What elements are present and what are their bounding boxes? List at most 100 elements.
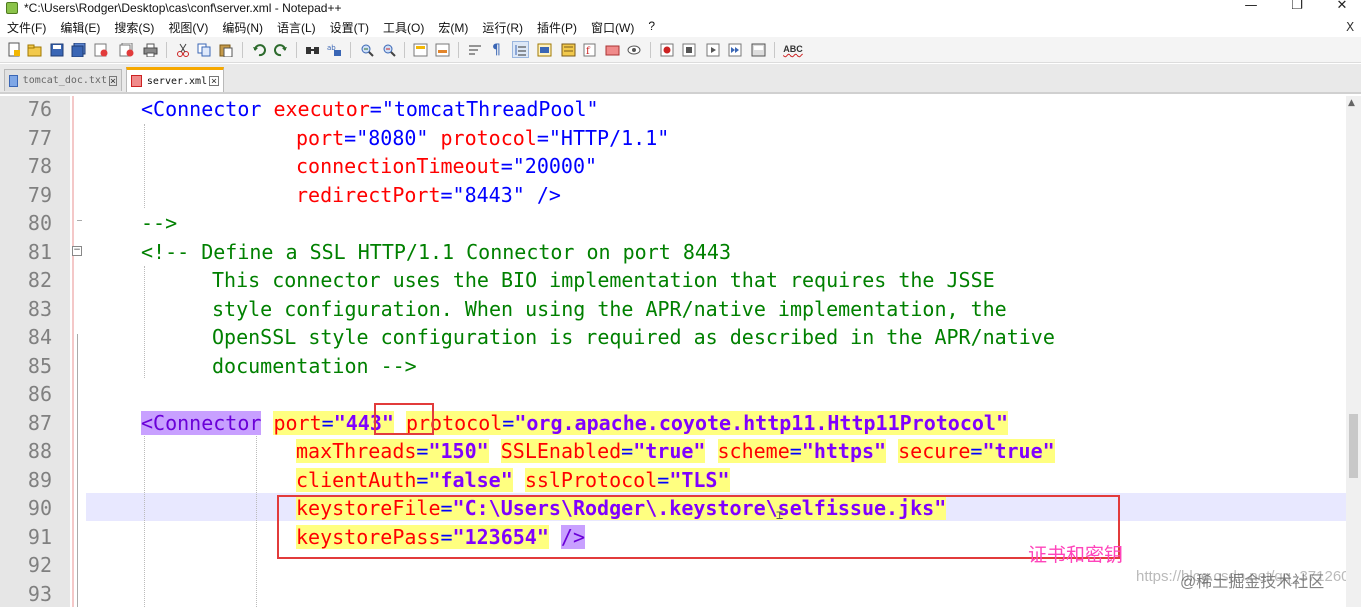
menu-language[interactable]: 语言(L) [270, 17, 323, 36]
tab-close-icon[interactable]: × [209, 76, 219, 87]
text-cursor-icon: ⌶ [776, 508, 784, 522]
menu-encoding[interactable]: 编码(N) [215, 17, 270, 36]
toolbar-separator [774, 42, 775, 58]
attr-name: port [296, 125, 345, 150]
menu-window[interactable]: 窗口(W) [584, 17, 641, 36]
run-macro-multiple-icon[interactable] [726, 41, 743, 58]
unsaved-file-icon [131, 75, 142, 87]
stop-macro-icon[interactable] [680, 41, 697, 58]
code-line-88: maxThreads="150" SSLEnabled="true" schem… [296, 437, 1055, 466]
menu-run[interactable]: 运行(R) [475, 17, 530, 36]
attr-value: "20000" [512, 154, 598, 178]
tag-open: < [141, 97, 154, 121]
menu-bar: 文件(F) 编辑(E) 搜索(S) 视图(V) 编码(N) 语言(L) 设置(T… [0, 17, 1361, 37]
word-wrap-icon[interactable] [466, 41, 483, 58]
folder-as-workspace-icon[interactable] [604, 41, 621, 58]
tab-tomcat-doc[interactable]: tomcat_doc.txt × [4, 69, 122, 91]
menu-tools[interactable]: 工具(O) [376, 17, 431, 36]
menu-view[interactable]: 视图(V) [161, 17, 215, 36]
open-file-icon[interactable] [26, 41, 43, 58]
record-macro-icon[interactable] [658, 41, 675, 58]
menu-help[interactable]: ? [641, 17, 662, 36]
scroll-up-icon[interactable]: ▲ [1348, 98, 1355, 108]
attr-value: "TLS" [669, 467, 730, 492]
fold-toggle-icon[interactable]: − [72, 246, 82, 256]
menu-plugins[interactable]: 插件(P) [530, 17, 584, 36]
play-macro-icon[interactable] [704, 41, 721, 58]
user-language-icon[interactable] [536, 41, 553, 58]
attr-value: "false" [428, 467, 513, 492]
paste-icon[interactable] [218, 41, 235, 58]
monitoring-icon[interactable] [626, 41, 643, 58]
close-document-icon[interactable]: X [1346, 20, 1354, 34]
save-macro-icon[interactable] [750, 41, 767, 58]
code-line-77: port="8080" protocol="HTTP/1.1" [296, 124, 669, 153]
close-icon[interactable] [92, 41, 109, 58]
save-all-icon[interactable] [70, 41, 87, 58]
scrollbar-thumb[interactable] [1349, 414, 1358, 478]
code-line-84: OpenSSL style configuration is required … [212, 325, 1055, 349]
menu-macro[interactable]: 宏(M) [431, 17, 475, 36]
indent-guide [256, 436, 257, 607]
redo-icon[interactable] [272, 41, 289, 58]
line-number: 83 [27, 296, 52, 321]
keystore-annotation-box [277, 495, 1120, 559]
sync-horizontal-icon[interactable] [434, 41, 451, 58]
line-number: 91 [27, 524, 52, 549]
code-line-87: <Connector port="443" protocol="org.apac… [141, 409, 1009, 438]
attr-quote: " [333, 410, 346, 435]
zoom-in-icon[interactable] [358, 41, 375, 58]
restore-button[interactable]: ❐ [1274, 0, 1320, 16]
fold-line [77, 334, 78, 607]
close-all-icon[interactable] [118, 41, 135, 58]
line-number: 79 [27, 182, 52, 207]
sync-vertical-icon[interactable] [412, 41, 429, 58]
tab-server-xml[interactable]: server.xml × [126, 67, 224, 92]
watermark: @稀土掘金技术社区 [1180, 574, 1325, 591]
show-all-characters-icon[interactable]: ¶ [488, 41, 505, 58]
new-file-icon[interactable] [6, 41, 23, 58]
attr-value: "org.apache.coyote.http11.Http11Protocol… [514, 410, 1009, 435]
cut-icon[interactable] [174, 41, 191, 58]
function-list-icon[interactable]: f [582, 41, 599, 58]
line-number: 80 [27, 211, 52, 235]
change-history-margin [72, 96, 74, 607]
print-icon[interactable] [142, 41, 159, 58]
attr-name: sslProtocol [524, 467, 658, 492]
find-replace-icon[interactable]: ab [326, 41, 343, 58]
menu-settings[interactable]: 设置(T) [323, 17, 376, 36]
indent-guide-icon[interactable] [512, 41, 529, 58]
attr-name: secure [898, 439, 971, 463]
attr-name: protocol [440, 125, 537, 150]
find-icon[interactable] [304, 41, 321, 58]
menu-edit[interactable]: 编辑(E) [53, 17, 107, 36]
attr-eq: = [621, 439, 634, 463]
menu-file[interactable]: 文件(F) [0, 17, 53, 36]
undo-icon[interactable] [250, 41, 267, 58]
attr-value: "8443" [452, 182, 525, 207]
code-editor[interactable]: − 76 77 78 79 80 81 82 83 84 85 86 87 88… [0, 96, 1361, 607]
attr-value: "true" [633, 439, 706, 463]
toolbar-separator [650, 42, 651, 58]
attr-name: scheme [717, 439, 790, 463]
copy-icon[interactable] [196, 41, 213, 58]
save-icon[interactable] [48, 41, 65, 58]
code-line-79: redirectPort="8443" /> [296, 181, 561, 210]
vertical-scrollbar[interactable] [1346, 96, 1361, 607]
indent-guide [144, 266, 145, 378]
tag-close: /> [536, 182, 561, 207]
attr-name: connectionTimeout [296, 154, 501, 178]
attr-eq: = [657, 467, 670, 492]
zoom-out-icon[interactable] [380, 41, 397, 58]
menu-search[interactable]: 搜索(S) [107, 17, 161, 36]
spell-check-icon[interactable]: ABC [782, 41, 804, 58]
line-number: 92 [27, 553, 52, 577]
document-map-icon[interactable] [560, 41, 577, 58]
close-window-button[interactable]: ✕ [1319, 0, 1361, 16]
minimize-button[interactable]: — [1228, 0, 1274, 16]
attr-eq: = [416, 467, 429, 492]
tab-close-icon[interactable]: × [108, 75, 117, 86]
attr-eq: = [502, 410, 515, 435]
attr-eq: = [970, 439, 983, 463]
attr-eq: = [536, 125, 549, 150]
